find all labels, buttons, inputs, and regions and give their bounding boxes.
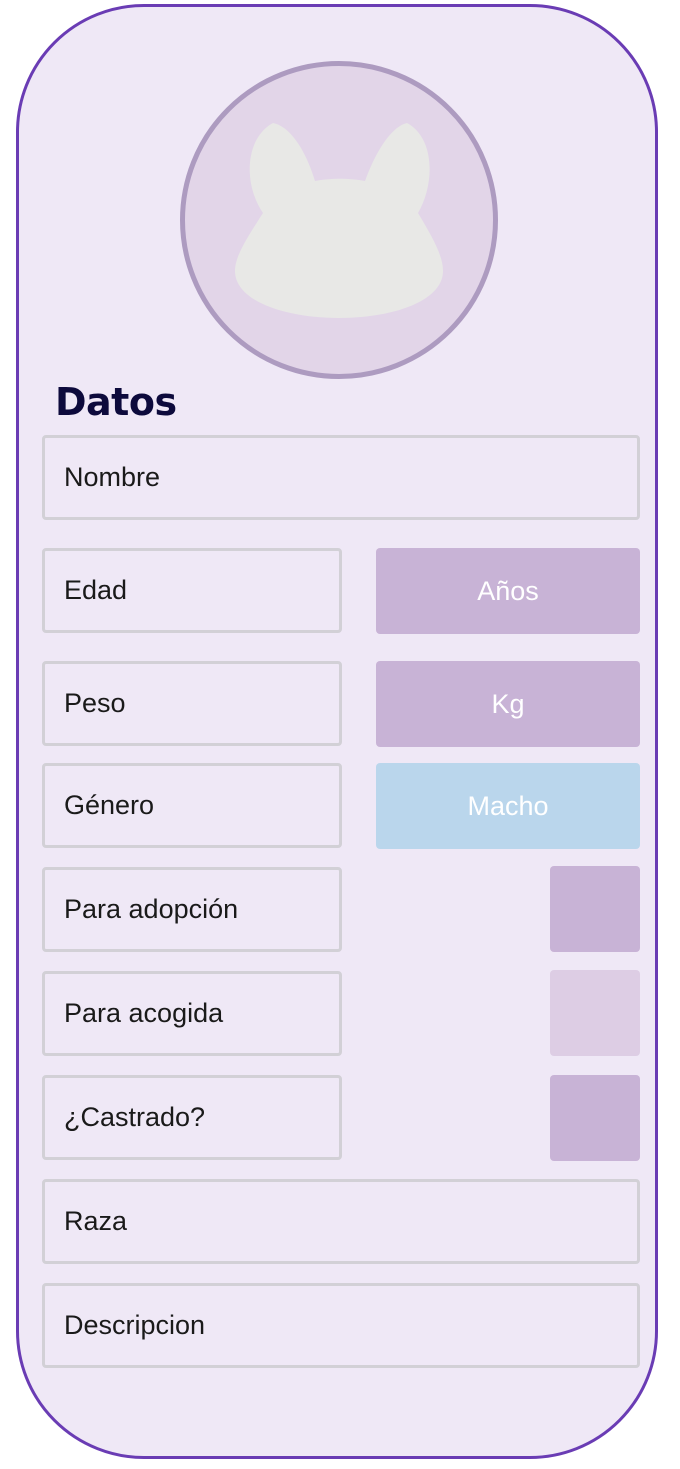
genero-select-button[interactable]: Macho	[376, 763, 640, 849]
para-adopcion-toggle[interactable]	[550, 866, 640, 952]
nombre-label: Nombre	[64, 462, 161, 492]
descripcion-label: Descripcion	[64, 1310, 206, 1340]
para-acogida-field[interactable]: Para acogida	[42, 971, 342, 1056]
castrado-toggle[interactable]	[550, 1075, 640, 1161]
raza-label: Raza	[64, 1206, 128, 1236]
raza-field[interactable]: Raza	[42, 1179, 640, 1264]
para-acogida-toggle[interactable]	[550, 970, 640, 1056]
genero-field[interactable]: Género	[42, 763, 342, 848]
edad-unit-label: Años	[477, 575, 539, 606]
section-title-datos: Datos	[55, 380, 177, 424]
cat-silhouette-icon	[235, 123, 443, 318]
peso-label: Peso	[64, 688, 126, 718]
castrado-field[interactable]: ¿Castrado?	[42, 1075, 342, 1160]
edad-label: Edad	[64, 575, 128, 605]
pet-avatar[interactable]	[180, 61, 498, 379]
nombre-field[interactable]: Nombre	[42, 435, 640, 520]
peso-field[interactable]: Peso	[42, 661, 342, 746]
para-adopcion-field[interactable]: Para adopción	[42, 867, 342, 952]
descripcion-field[interactable]: Descripcion	[42, 1283, 640, 1368]
peso-unit-label: Kg	[491, 688, 525, 719]
edad-field[interactable]: Edad	[42, 548, 342, 633]
genero-value: Macho	[467, 790, 549, 821]
edad-unit-button[interactable]: Años	[376, 548, 640, 634]
para-acogida-label: Para acogida	[64, 998, 224, 1028]
castrado-label: ¿Castrado?	[64, 1102, 206, 1132]
para-adopcion-label: Para adopción	[64, 894, 239, 924]
genero-label: Género	[64, 790, 155, 820]
peso-unit-button[interactable]: Kg	[376, 661, 640, 747]
